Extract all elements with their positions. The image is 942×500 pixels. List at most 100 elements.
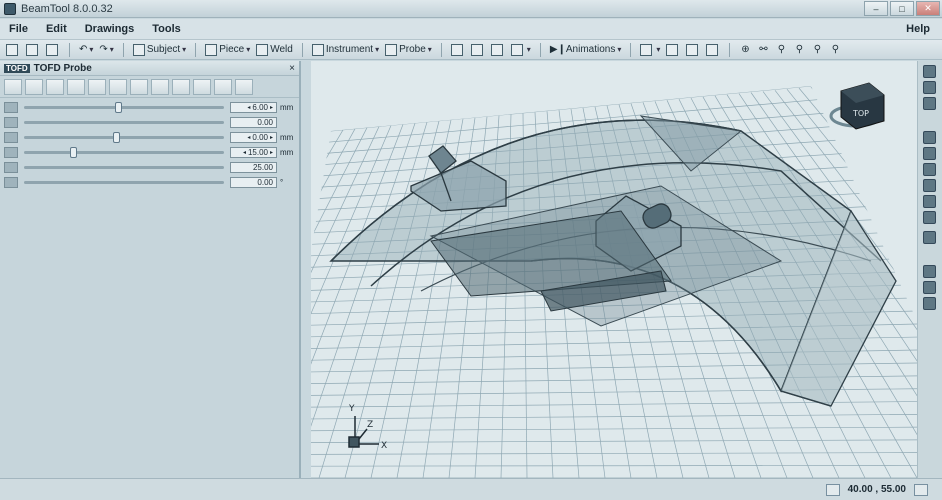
param-value-3[interactable]: ◂ 0.00 ▸ [230, 132, 277, 143]
bottom-view-icon[interactable] [923, 211, 936, 224]
chevron-down-icon: ▾ [246, 45, 251, 54]
increment-icon[interactable]: ▸ [270, 104, 273, 111]
panel-close-icon[interactable]: × [289, 63, 295, 74]
menu-edit[interactable]: Edit [37, 23, 76, 35]
cut-plane-icon[interactable] [923, 281, 936, 294]
probe-tool-7[interactable] [130, 78, 148, 95]
view-cube-icon[interactable] [923, 65, 936, 78]
layers-icon[interactable] [923, 265, 936, 278]
open-file-button[interactable] [24, 42, 42, 58]
save-file-button[interactable] [44, 42, 62, 58]
zoom-window-button[interactable]: ⚲ [809, 42, 825, 58]
chevron-down-icon: ▾ [182, 45, 187, 54]
layout-button[interactable]: ▾ [638, 42, 662, 58]
param-slider-3[interactable] [24, 132, 224, 143]
param-value-2[interactable]: 0.00 [230, 117, 277, 128]
piece-label: Piece [219, 44, 245, 55]
zoom-fit-button[interactable]: ⊕ [737, 42, 753, 58]
decrement-icon[interactable]: ◂ [247, 104, 250, 111]
param-slider-4[interactable] [24, 147, 224, 158]
iso-view-icon[interactable] [923, 231, 936, 244]
zoom-all-button[interactable]: ⚯ [755, 42, 771, 58]
param-row-2: 0.00 [4, 116, 296, 129]
zoom-out-button[interactable]: ⚲ [791, 42, 807, 58]
increment-icon[interactable]: ▸ [270, 134, 273, 141]
param-value-6[interactable]: 0.00 [230, 177, 277, 188]
left-view-icon[interactable] [923, 163, 936, 176]
menu-bar: File Edit Drawings Tools Help [0, 19, 942, 40]
tofd-probe-panel: TOFD TOFD Probe × ◂ 6.00 ▸ mm 0.00 ◂ 0.0… [0, 61, 301, 478]
weld-button[interactable]: Weld [254, 42, 295, 58]
minimize-button[interactable]: – [864, 1, 888, 16]
probe-tool-4[interactable] [67, 78, 85, 95]
param-value-text: 15.00 [247, 148, 268, 157]
wireframe-view-button[interactable] [704, 42, 722, 58]
probe-tool-8[interactable] [151, 78, 169, 95]
probe-tool-1[interactable] [4, 78, 22, 95]
back-view-icon[interactable] [923, 147, 936, 160]
scene-canvas[interactable]: TOP Y Z X [311, 61, 917, 478]
probe-tool-2[interactable] [25, 78, 43, 95]
view-cube[interactable]: TOP [829, 82, 885, 130]
solid-icon[interactable] [923, 297, 936, 310]
param-value-1[interactable]: ◂ 6.00 ▸ [230, 102, 277, 113]
table-view-button[interactable] [489, 42, 507, 58]
decrement-icon[interactable]: ◂ [243, 149, 246, 156]
menu-tools[interactable]: Tools [143, 23, 190, 35]
menu-file[interactable]: File [0, 23, 37, 35]
toolbar-separator [630, 42, 632, 57]
redo-button[interactable]: ↷ ▾ [97, 42, 115, 58]
3d-viewport[interactable]: TOP Y Z X [311, 61, 917, 478]
panel-title: TOFD Probe [33, 62, 92, 74]
param-value-5[interactable]: 25.00 [230, 162, 277, 173]
new-file-button[interactable] [4, 42, 22, 58]
toolbar-separator [301, 42, 303, 57]
front-view-icon[interactable] [923, 131, 936, 144]
param-row-4: ◂ 15.00 ▸ mm [4, 146, 296, 159]
right-view-icon[interactable] [923, 179, 936, 192]
zoom-out-icon: ⚲ [795, 44, 804, 55]
subject-menu[interactable]: Subject ▾ [131, 42, 188, 58]
toolbar-separator [440, 42, 442, 57]
menu-help[interactable]: Help [906, 23, 930, 35]
slider-thumb[interactable] [70, 147, 78, 158]
top-view-icon[interactable] [923, 195, 936, 208]
probe-tool-10[interactable] [193, 78, 211, 95]
zoom-in-button[interactable]: ⚲ [773, 42, 789, 58]
cube-solid-icon [666, 43, 679, 56]
param-row-1: ◂ 6.00 ▸ mm [4, 101, 296, 114]
panel-header: TOFD TOFD Probe × [0, 61, 299, 76]
piece-icon [205, 43, 218, 56]
solid-view-button[interactable] [664, 42, 682, 58]
view-2d-button[interactable] [449, 42, 467, 58]
increment-icon[interactable]: ▸ [270, 149, 273, 156]
report-button[interactable]: ▾ [509, 42, 533, 58]
probe-tool-6[interactable] [109, 78, 127, 95]
param-value-4[interactable]: ◂ 15.00 ▸ [230, 147, 277, 158]
scan-view-button[interactable] [469, 42, 487, 58]
probe-tool-3[interactable] [46, 78, 64, 95]
maximize-button[interactable]: □ [890, 1, 914, 16]
toolbar-separator [69, 42, 70, 57]
menu-drawings[interactable]: Drawings [76, 23, 144, 35]
decrement-icon[interactable]: ◂ [247, 134, 250, 141]
zoom-reset-button[interactable]: ⚲ [827, 42, 843, 58]
instrument-menu[interactable]: Instrument ▾ [310, 42, 381, 58]
slider-thumb[interactable] [112, 132, 120, 143]
piece-menu[interactable]: Piece ▾ [203, 42, 252, 58]
undo-button[interactable]: ↶ ▾ [77, 42, 95, 58]
probe-tool-12[interactable] [235, 78, 253, 95]
animations-menu[interactable]: ▶❙ Animations ▾ [548, 42, 624, 58]
subject-icon [132, 43, 145, 56]
probe-tool-9[interactable] [172, 78, 190, 95]
probe-menu[interactable]: Probe ▾ [383, 42, 434, 58]
slider-thumb[interactable] [114, 102, 122, 113]
resize-grip-icon[interactable] [914, 483, 928, 496]
close-button[interactable]: ✕ [916, 1, 940, 16]
cube-outline-icon[interactable] [923, 81, 936, 94]
cube-outline-icon[interactable] [923, 97, 936, 110]
probe-tool-11[interactable] [214, 78, 232, 95]
probe-tool-5[interactable] [88, 78, 106, 95]
param-slider-1[interactable] [24, 102, 224, 113]
transparent-view-button[interactable] [684, 42, 702, 58]
